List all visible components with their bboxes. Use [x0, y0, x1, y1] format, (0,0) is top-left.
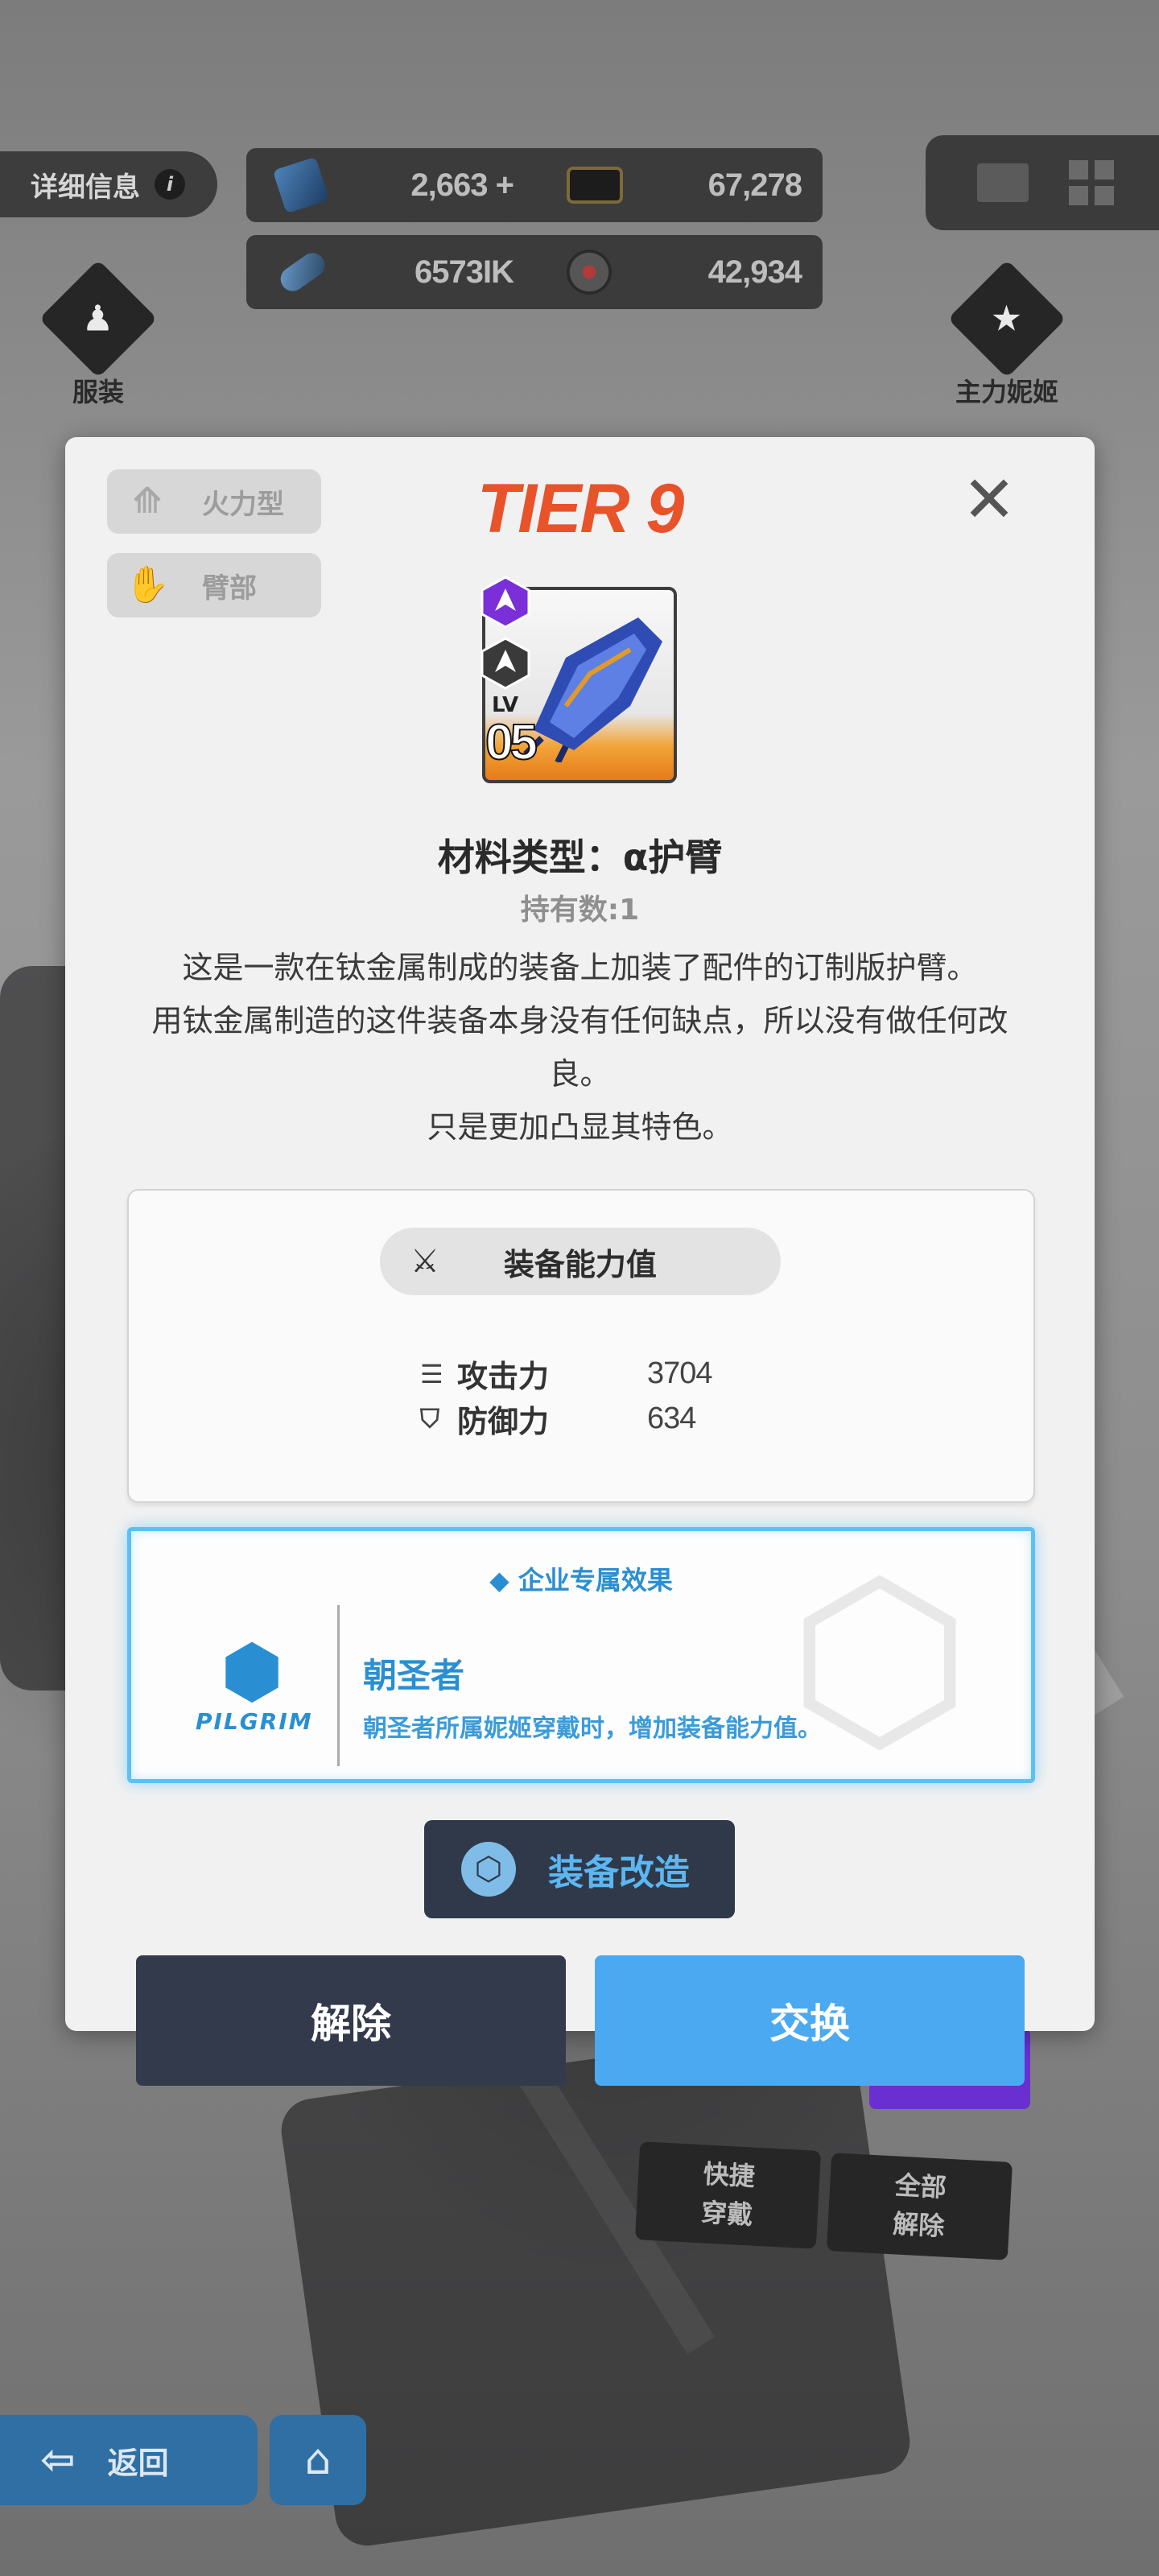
- slot-tag-label: 臂部: [202, 572, 257, 605]
- gem-icon: [272, 156, 330, 214]
- level-number: 05: [485, 714, 538, 771]
- remove-button[interactable]: 解除: [136, 1955, 566, 2086]
- manufacturer-badge-icon: [481, 576, 530, 629]
- equipment-modify-button[interactable]: ⬡ 装备改造: [424, 1820, 735, 1918]
- swap-label: 交换: [769, 2000, 850, 2047]
- core-dust-icon: [275, 248, 330, 296]
- main-nikke-button[interactable]: ★ 主力妮姬: [947, 259, 1067, 409]
- cube-icon: ⬡: [461, 1842, 516, 1897]
- details-button[interactable]: 详细信息 i: [0, 151, 217, 217]
- close-icon: ✕: [962, 462, 1017, 537]
- arm-icon: ✋: [125, 564, 170, 605]
- outfit-label: 服装: [72, 377, 124, 407]
- main-nikke-label: 主力妮姬: [955, 377, 1058, 407]
- body-label-value: 42,934: [707, 254, 802, 290]
- pilgrim-logo-word: PILGRIM: [196, 1708, 313, 1735]
- pilgrim-logo: ⬢ PILGRIM: [196, 1629, 313, 1736]
- description-line: 用钛金属制造的这件装备本身没有任何缺点，所以没有做任何改良。: [151, 1003, 1008, 1092]
- stat-label: 防御力: [457, 1404, 550, 1439]
- corp-effect-description: 朝圣者所属妮姬穿戴时，增加装备能力值。: [363, 1715, 822, 1743]
- exit-icon: ⇦: [40, 2436, 76, 2484]
- top-right-menu: [926, 135, 1159, 230]
- close-button[interactable]: ✕: [959, 468, 1020, 532]
- outfit-icon: ♟: [39, 259, 158, 378]
- back-label: 返回: [107, 2445, 169, 2481]
- corp-effect-name: 朝圣者: [363, 1656, 465, 1695]
- info-icon: i: [155, 169, 185, 200]
- corp-effect-header-label: 企业专属效果: [518, 1565, 673, 1596]
- core-dust-value: 6573IK: [415, 254, 514, 290]
- outfit-button[interactable]: ♟ 服装: [38, 259, 159, 409]
- home-icon: ⌂: [304, 2436, 332, 2484]
- item-description: 这是一款在钛金属制成的装备上加装了配件的订制版护臂。 用钛金属制造的这件装备本身…: [122, 941, 1038, 1154]
- back-button[interactable]: ⇦ 返回: [0, 2415, 258, 2505]
- stat-value: 3704: [647, 1356, 713, 1390]
- credit-value: 67,278: [707, 167, 802, 203]
- resource-credits[interactable]: 67,278: [534, 167, 823, 204]
- pilgrim-logo-icon: ⬢: [220, 1629, 284, 1714]
- hold-count: 持有数:1: [520, 894, 640, 927]
- quick-equip-button[interactable]: 快捷 穿戴: [634, 2141, 822, 2249]
- crossed-swords-icon: ⚔: [410, 1243, 439, 1280]
- description-line: 只是更加凸显其特色。: [427, 1109, 733, 1145]
- gem-value: 2,663: [410, 167, 488, 203]
- modify-label: 装备改造: [548, 1852, 690, 1893]
- mail-icon[interactable]: [977, 163, 1029, 202]
- class-badge-icon: [481, 637, 530, 690]
- slot-tag: ✋ 臂部: [107, 553, 321, 617]
- stat-value: 634: [647, 1402, 696, 1435]
- stats-panel: ⚔ 装备能力值 ☰ 攻击力 3704 ⛉ 防御力 634: [127, 1189, 1035, 1503]
- arm-guard-art: [523, 617, 662, 762]
- credit-card-icon: [567, 167, 623, 204]
- shield-icon: ⛉: [420, 1403, 440, 1434]
- resource-panel-secondary: 6573IK 42,934: [246, 235, 823, 309]
- body-label-icon: [567, 250, 612, 295]
- corporation-effect-panel: ⬡ ◆ 企业专属效果 ⬢ PILGRIM 朝圣者 朝圣者所属妮姬穿戴时，增加装备…: [127, 1527, 1035, 1783]
- resource-body-label[interactable]: 42,934: [534, 250, 823, 295]
- star-icon: ★: [947, 259, 1066, 378]
- resource-panel: 2,663 + 67,278: [246, 148, 823, 222]
- tier-title: TIER 9: [476, 470, 685, 547]
- swap-button[interactable]: 交换: [595, 1955, 1025, 2086]
- character-silhouette: [277, 2022, 914, 2550]
- corp-effect-header: ◆ 企业专属效果: [131, 1560, 1031, 1597]
- material-type: 材料类型：α护臂: [437, 836, 723, 879]
- stat-label: 攻击力: [457, 1359, 550, 1394]
- stat-row-defense: ⛉ 防御力 634: [420, 1397, 696, 1441]
- bullets-icon: ☰: [420, 1358, 443, 1389]
- add-gem-button[interactable]: +: [496, 167, 514, 203]
- pilgrim-small-icon: ◆: [489, 1565, 509, 1596]
- menu-grid-icon[interactable]: [1069, 160, 1114, 205]
- stat-row-attack: ☰ 攻击力 3704: [420, 1352, 713, 1396]
- details-label: 详细信息: [31, 171, 140, 204]
- resource-core-dust[interactable]: 6573IK: [246, 248, 534, 296]
- remove-all-button[interactable]: 全部 解除: [826, 2153, 1013, 2260]
- divider: [337, 1605, 340, 1766]
- stats-header: ⚔ 装备能力值: [380, 1228, 781, 1295]
- remove-label: 解除: [311, 2000, 391, 2047]
- home-button[interactable]: ⌂: [270, 2415, 366, 2505]
- equipment-detail-modal: ⟰ 火力型 ✋ 臂部 TIER 9 ✕ LV 05 材料类型：α护臂 持有数:1…: [65, 437, 1095, 2086]
- description-line: 这是一款在钛金属制成的装备上加装了配件的订制版护臂。: [182, 950, 978, 985]
- stats-header-label: 装备能力值: [503, 1246, 657, 1282]
- resource-gems[interactable]: 2,663 +: [246, 156, 534, 214]
